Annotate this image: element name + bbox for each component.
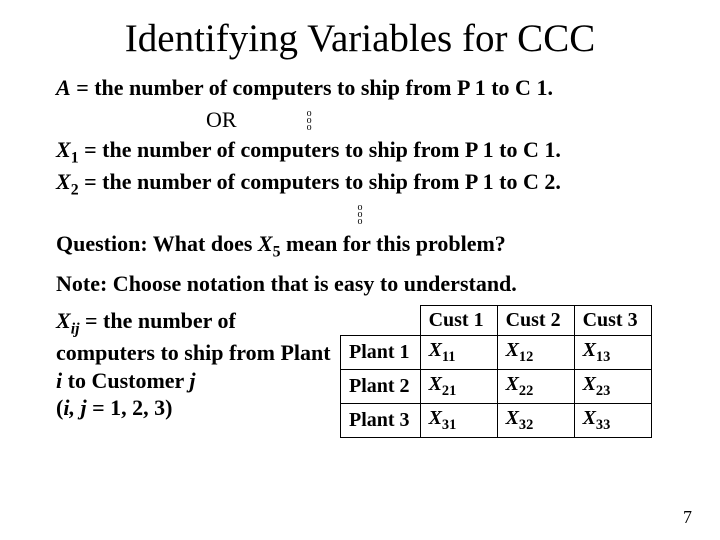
cell-33: X33 <box>574 404 651 438</box>
cell-var: X <box>429 373 442 395</box>
var-xij: X <box>56 308 71 333</box>
question-post: mean for this problem? <box>281 231 506 256</box>
xij-text1: = the number of computers to ship from P… <box>56 308 331 365</box>
cell-sub: 21 <box>442 383 456 399</box>
cell-sub: 33 <box>596 417 610 433</box>
definition-xij: Xij = the number of computers to ship fr… <box>56 307 340 422</box>
cell-12: X12 <box>497 336 574 370</box>
cell-31: X31 <box>420 404 497 438</box>
cell-23: X23 <box>574 370 651 404</box>
cell-var: X <box>583 339 596 361</box>
page-number: 7 <box>683 507 692 528</box>
xij-ij: i, j <box>63 395 86 420</box>
table-row: Plant 1 X11 X12 X13 <box>341 336 652 370</box>
dots-row: ooo <box>56 202 664 227</box>
cell-sub: 32 <box>519 417 533 433</box>
sub-x1: 1 <box>71 149 79 166</box>
table-row: Cust 1 Cust 2 Cust 3 <box>341 306 652 336</box>
var-x1: X <box>56 137 71 162</box>
row-header-3: Plant 3 <box>341 404 421 438</box>
question-sub: 5 <box>273 243 281 260</box>
cell-var: X <box>429 407 442 429</box>
vertical-dots-icon: ooo <box>358 204 363 225</box>
def-x2-text: = the number of computers to ship from P… <box>79 169 561 194</box>
definition-x2: X2 = the number of computers to ship fro… <box>56 169 664 199</box>
cell-var: X <box>506 407 519 429</box>
cell-var: X <box>583 373 596 395</box>
col-header-2: Cust 2 <box>497 306 574 336</box>
definition-x1: X1 = the number of computers to ship fro… <box>56 137 664 167</box>
def-a-text: = the number of computers to ship from P… <box>71 75 553 100</box>
cell-13: X13 <box>574 336 651 370</box>
cell-var: X <box>583 407 596 429</box>
sub-x2: 2 <box>71 182 79 199</box>
question-line: Question: What does X5 mean for this pro… <box>56 231 664 261</box>
definition-a: A = the number of computers to ship from… <box>56 75 664 101</box>
matrix-table: Cust 1 Cust 2 Cust 3 Plant 1 X11 X12 X13… <box>340 305 652 438</box>
bottom-row: Xij = the number of computers to ship fr… <box>56 307 664 438</box>
cell-11: X11 <box>420 336 497 370</box>
cell-sub: 31 <box>442 417 456 433</box>
question-pre: Question: What does <box>56 231 258 256</box>
table-corner <box>341 306 421 336</box>
cell-var: X <box>506 339 519 361</box>
note-line: Note: Choose notation that is easy to un… <box>56 271 664 297</box>
question-var: X <box>258 231 273 256</box>
xij-paren-rest: = 1, 2, 3) <box>87 395 173 420</box>
cell-var: X <box>429 339 442 361</box>
cell-sub: 12 <box>519 349 533 365</box>
cell-sub: 22 <box>519 383 533 399</box>
or-label: OR <box>206 107 237 133</box>
cell-21: X21 <box>420 370 497 404</box>
or-row: OR ooo <box>56 107 664 133</box>
cell-32: X32 <box>497 404 574 438</box>
xij-text2: to Customer <box>62 368 189 393</box>
def-x1-text: = the number of computers to ship from P… <box>79 137 561 162</box>
cell-sub: 23 <box>596 383 610 399</box>
cell-22: X22 <box>497 370 574 404</box>
var-x2: X <box>56 169 71 194</box>
row-header-2: Plant 2 <box>341 370 421 404</box>
table-row: Plant 2 X21 X22 X23 <box>341 370 652 404</box>
col-header-3: Cust 3 <box>574 306 651 336</box>
cell-sub: 11 <box>442 349 456 365</box>
cell-var: X <box>506 373 519 395</box>
table-row: Plant 3 X31 X32 X33 <box>341 404 652 438</box>
row-header-1: Plant 1 <box>341 336 421 370</box>
xij-j: j <box>189 368 195 393</box>
slide: Identifying Variables for CCC A = the nu… <box>0 0 720 540</box>
vertical-dots-icon: ooo <box>307 110 312 131</box>
cell-sub: 13 <box>596 349 610 365</box>
col-header-1: Cust 1 <box>420 306 497 336</box>
var-a: A <box>56 75 71 100</box>
slide-title: Identifying Variables for CCC <box>56 16 664 61</box>
